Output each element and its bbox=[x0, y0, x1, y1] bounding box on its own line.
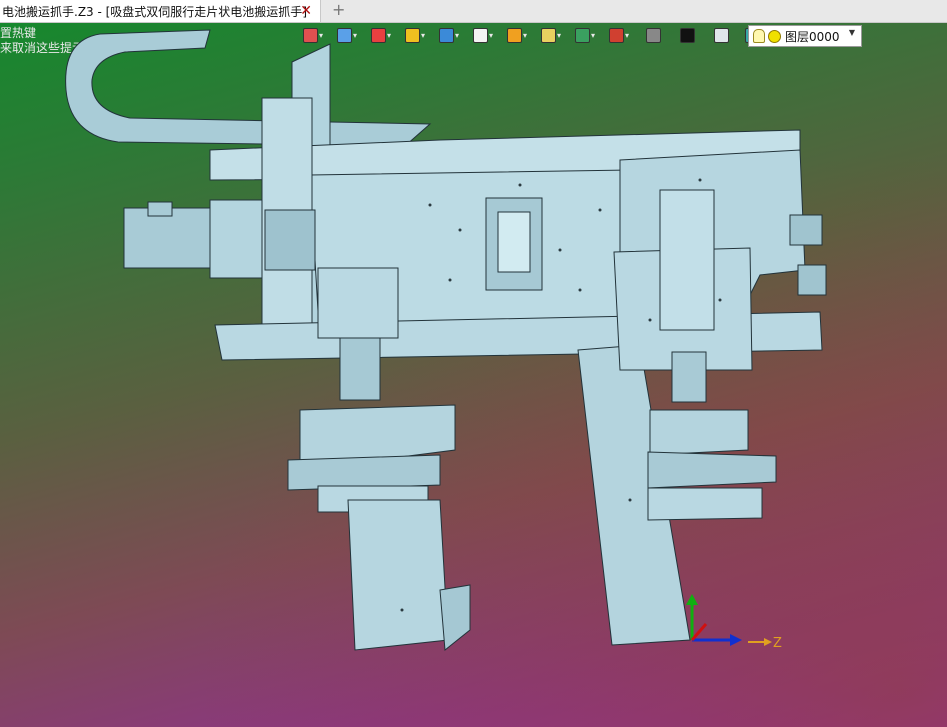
center-slot-inner bbox=[497, 211, 531, 273]
left-foot bbox=[439, 584, 471, 651]
right-gripper bbox=[649, 409, 749, 456]
cable-chain bbox=[65, 29, 432, 147]
axis-z-label: Z bbox=[773, 636, 782, 651]
side-bracket-2 bbox=[797, 264, 827, 296]
cad-model[interactable]: Z bbox=[0, 0, 947, 727]
right-block bbox=[671, 351, 707, 403]
side-bracket-1 bbox=[789, 214, 823, 246]
axis-triad: Z bbox=[686, 594, 782, 651]
right-gripper-base bbox=[647, 451, 777, 489]
left-column bbox=[347, 499, 449, 651]
left-slide-block bbox=[317, 267, 399, 339]
right-cylinder bbox=[659, 189, 715, 331]
screw-bearing bbox=[264, 209, 316, 271]
left-cylinder bbox=[339, 337, 381, 401]
left-gripper-base bbox=[287, 454, 441, 491]
servo-motor bbox=[123, 207, 225, 269]
coupler bbox=[209, 199, 271, 279]
motor-cap bbox=[147, 201, 173, 217]
right-gripper-foot bbox=[647, 487, 763, 521]
